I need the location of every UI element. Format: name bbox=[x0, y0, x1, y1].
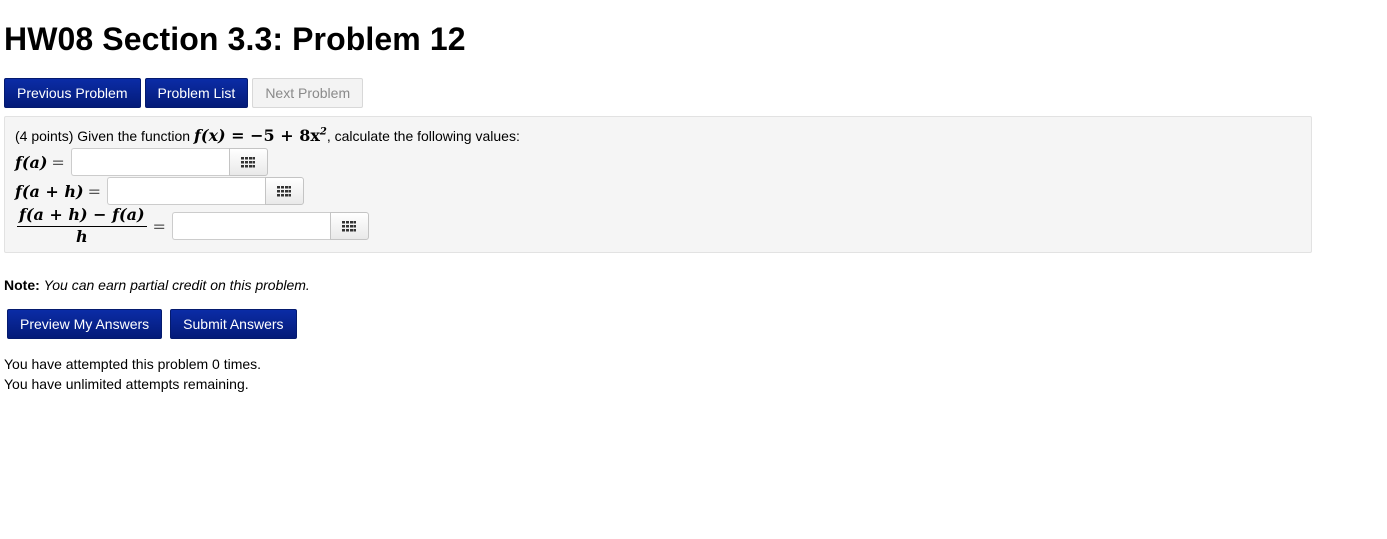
function-exponent: 2 bbox=[319, 126, 327, 138]
problem-intro: (4 points) Given the function bbox=[15, 128, 191, 144]
answer-input-3[interactable] bbox=[171, 212, 330, 240]
function-lhs: f(x) bbox=[194, 126, 226, 145]
answer-label-1: f(a) = bbox=[15, 152, 65, 172]
answer-input-1[interactable] bbox=[70, 148, 229, 176]
problem-list-button[interactable]: Problem List bbox=[144, 78, 249, 108]
grid-icon bbox=[241, 156, 256, 167]
equation-editor-button-1[interactable] bbox=[228, 148, 268, 176]
submit-answers-button[interactable]: Submit Answers bbox=[170, 309, 297, 339]
answer-row-1: f(a) = bbox=[15, 148, 268, 176]
answer-row-2: f(a + h) = bbox=[15, 177, 304, 205]
difference-quotient-denominator: h bbox=[75, 227, 88, 246]
answer-label-2: f(a + h) = bbox=[15, 181, 101, 201]
problem-navigation: Previous Problem Problem List Next Probl… bbox=[4, 78, 364, 108]
attempts-remaining-text: You have unlimited attempts remaining. bbox=[4, 376, 249, 392]
attempts-count-text: You have attempted this problem 0 times. bbox=[4, 356, 262, 372]
partial-credit-note: Note: You can earn partial credit on thi… bbox=[4, 276, 310, 294]
function-rhs: = −5 + 8x bbox=[225, 126, 320, 145]
answer-actions: Preview My Answers Submit Answers bbox=[7, 309, 297, 339]
answer-input-2[interactable] bbox=[106, 177, 265, 205]
problem-statement-box: (4 points) Given the function f(x) = −5 … bbox=[4, 116, 1312, 253]
difference-quotient: f(a + h) − f(a) h bbox=[17, 205, 147, 247]
function-definition: f(x) = −5 + 8x2 bbox=[194, 126, 327, 145]
page: HW08 Section 3.3: Problem 12 Previous Pr… bbox=[0, 0, 1387, 539]
note-label: Note: bbox=[4, 277, 40, 293]
previous-problem-button[interactable]: Previous Problem bbox=[4, 78, 141, 108]
grid-icon bbox=[277, 185, 292, 196]
page-title: HW08 Section 3.3: Problem 12 bbox=[4, 21, 466, 57]
equals-sign: = bbox=[152, 216, 166, 236]
problem-outro: , calculate the following values: bbox=[326, 128, 520, 144]
note-text: You can earn partial credit on this prob… bbox=[43, 277, 310, 293]
equation-editor-button-3[interactable] bbox=[329, 212, 369, 240]
preview-answers-button[interactable]: Preview My Answers bbox=[7, 309, 163, 339]
answer-row-3: f(a + h) − f(a) h = bbox=[15, 205, 369, 247]
difference-quotient-numerator: f(a + h) − f(a) bbox=[17, 205, 147, 227]
grid-icon bbox=[342, 220, 357, 231]
problem-statement: (4 points) Given the function f(x) = −5 … bbox=[15, 127, 520, 145]
equation-editor-button-2[interactable] bbox=[264, 177, 304, 205]
next-problem-button: Next Problem bbox=[252, 78, 364, 108]
attempts-status: You have attempted this problem 0 times.… bbox=[4, 354, 261, 394]
